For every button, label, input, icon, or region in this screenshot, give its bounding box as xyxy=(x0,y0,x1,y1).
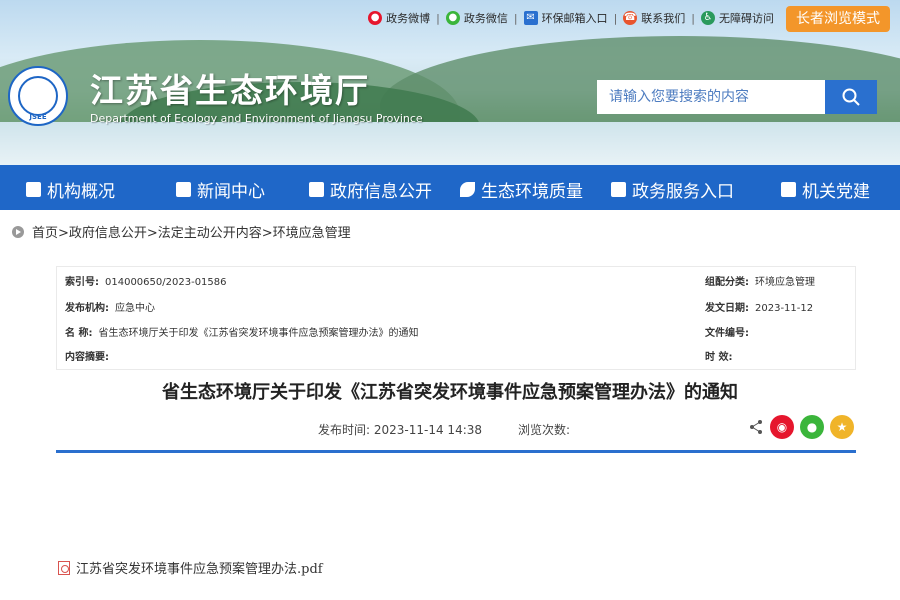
breadcrumb: 首页>政府信息公开>法定主动公开内容>环境应急管理 xyxy=(12,222,351,241)
leaf-icon xyxy=(460,182,475,197)
share-bar: ◉ ● ★ xyxy=(748,415,854,439)
wechat-share-icon[interactable]: ● xyxy=(800,415,824,439)
nav-item-news[interactable]: 新闻中心 xyxy=(176,177,265,202)
search-icon xyxy=(842,88,860,106)
nav-item-label: 机构概况 xyxy=(47,182,115,202)
article-title: 省生态环境厅关于印发《江苏省突发环境事件应急预案管理办法》的通知 xyxy=(162,382,738,403)
top-link-label: 环保邮箱入口 xyxy=(541,12,608,25)
meta-value: 2023-11-12 xyxy=(755,303,814,314)
site-title: 江苏省生态环境厅 xyxy=(90,71,370,110)
nav-item-label: 政府信息公开 xyxy=(330,182,432,202)
top-link-weibo[interactable]: ● 政务微博 xyxy=(362,10,436,26)
weibo-share-icon[interactable]: ◉ xyxy=(770,415,794,439)
pdf-icon xyxy=(58,560,70,575)
metadata-table: 索引号: 014000650/2023-01586 发布机构: 应急中心 名 称… xyxy=(56,266,856,370)
main-nav: 机构概况 新闻中心 政府信息公开 生态环境质量 政务服务入口 机关党建 xyxy=(0,165,900,210)
elder-mode-button[interactable]: 长者浏览模式 xyxy=(786,6,890,32)
nav-item-label: 生态环境质量 xyxy=(481,182,583,202)
breadcrumb-text[interactable]: 首页>政府信息公开>法定主动公开内容>环境应急管理 xyxy=(32,222,351,241)
meta-key: 索引号: xyxy=(65,277,99,288)
search-button[interactable] xyxy=(825,80,877,114)
search-bar xyxy=(597,80,877,114)
top-link-accessibility[interactable]: ♿ 无障碍访问 xyxy=(695,10,780,26)
party-emblem-icon xyxy=(781,182,796,197)
top-link-label: 政务微信 xyxy=(463,12,508,25)
nav-item-info-disclosure[interactable]: 政府信息公开 xyxy=(309,177,432,202)
top-link-label: 无障碍访问 xyxy=(719,12,774,25)
weibo-icon: ● xyxy=(368,11,383,25)
attachment-filename[interactable]: 江苏省突发环境事件应急预案管理办法.pdf xyxy=(76,558,323,577)
top-link-label: 政务微博 xyxy=(386,12,431,25)
meta-date: 发文日期: 2023-11-12 xyxy=(705,302,813,316)
meta-docno: 文件编号: xyxy=(705,327,755,341)
banner-lake xyxy=(0,122,900,165)
accessibility-icon: ♿ xyxy=(701,11,715,25)
top-link-contact[interactable]: ☎ 联系我们 xyxy=(617,10,691,26)
site-logo[interactable]: JSEE xyxy=(8,66,68,126)
nav-item-party[interactable]: 机关党建 xyxy=(781,177,870,202)
top-link-mail[interactable]: ✉ 环保邮箱入口 xyxy=(518,10,614,26)
meta-index: 索引号: 014000650/2023-01586 xyxy=(65,276,227,290)
top-link-wechat[interactable]: ● 政务微信 xyxy=(440,10,514,26)
document-icon xyxy=(309,182,324,197)
nav-item-label: 机关党建 xyxy=(802,182,870,202)
meta-name: 名 称: 省生态环境厅关于印发《江苏省突发环境事件应急预案管理办法》的通知 xyxy=(65,327,418,341)
header-banner: ● 政务微博 | ● 政务微信 | ✉ 环保邮箱入口 | ☎ 联系我们 | ♿ … xyxy=(0,0,900,165)
meta-key: 发布机构: xyxy=(65,303,109,314)
favorite-icon[interactable]: ★ xyxy=(830,415,854,439)
site-subtitle: Department of Ecology and Environment of… xyxy=(90,112,423,125)
top-links: ● 政务微博 | ● 政务微信 | ✉ 环保邮箱入口 | ☎ 联系我们 | ♿ … xyxy=(362,10,780,26)
mail-icon: ✉ xyxy=(523,11,538,25)
phone-icon: ☎ xyxy=(623,11,638,25)
meta-value: 环境应急管理 xyxy=(755,277,815,288)
play-icon xyxy=(12,225,24,238)
meta-key: 发文日期: xyxy=(705,303,749,314)
building-icon xyxy=(26,182,41,197)
nav-item-environment-quality[interactable]: 生态环境质量 xyxy=(460,177,583,202)
meta-key: 时 效: xyxy=(705,352,733,363)
publish-info: 发布时间: 2023-11-14 14:38 xyxy=(318,421,482,438)
meta-value: 省生态环境厅关于印发《江苏省突发环境事件应急预案管理办法》的通知 xyxy=(98,328,419,339)
search-input[interactable] xyxy=(597,80,825,114)
wechat-icon: ● xyxy=(445,11,460,25)
top-link-label: 联系我们 xyxy=(641,12,686,25)
meta-validity: 时 效: xyxy=(705,351,738,365)
views-label: 浏览次数: xyxy=(518,423,571,437)
news-icon xyxy=(176,182,191,197)
nav-item-label: 新闻中心 xyxy=(197,182,265,202)
meta-value: 014000650/2023-01586 xyxy=(105,277,227,288)
nav-item-services[interactable]: 政务服务入口 xyxy=(611,177,734,202)
views-info: 浏览次数: xyxy=(518,421,570,438)
meta-value: 应急中心 xyxy=(115,303,155,314)
publish-label: 发布时间: xyxy=(318,423,371,437)
attachment-link[interactable]: 江苏省突发环境事件应急预案管理办法.pdf xyxy=(58,558,323,577)
title-divider xyxy=(56,450,856,453)
book-icon xyxy=(611,182,626,197)
meta-abstract: 内容摘要: xyxy=(65,351,115,365)
meta-key: 名 称: xyxy=(65,328,93,339)
meta-key: 组配分类: xyxy=(705,277,749,288)
meta-category: 组配分类: 环境应急管理 xyxy=(705,276,815,290)
meta-key: 文件编号: xyxy=(705,328,749,339)
logo-emblem xyxy=(18,76,58,116)
meta-org: 发布机构: 应急中心 xyxy=(65,302,155,316)
nav-item-label: 政务服务入口 xyxy=(632,182,734,202)
share-icon[interactable] xyxy=(748,419,764,435)
nav-item-about[interactable]: 机构概况 xyxy=(26,177,115,202)
logo-text: JSEE xyxy=(29,113,47,121)
meta-key: 内容摘要: xyxy=(65,352,109,363)
publish-time: 2023-11-14 14:38 xyxy=(373,423,483,437)
